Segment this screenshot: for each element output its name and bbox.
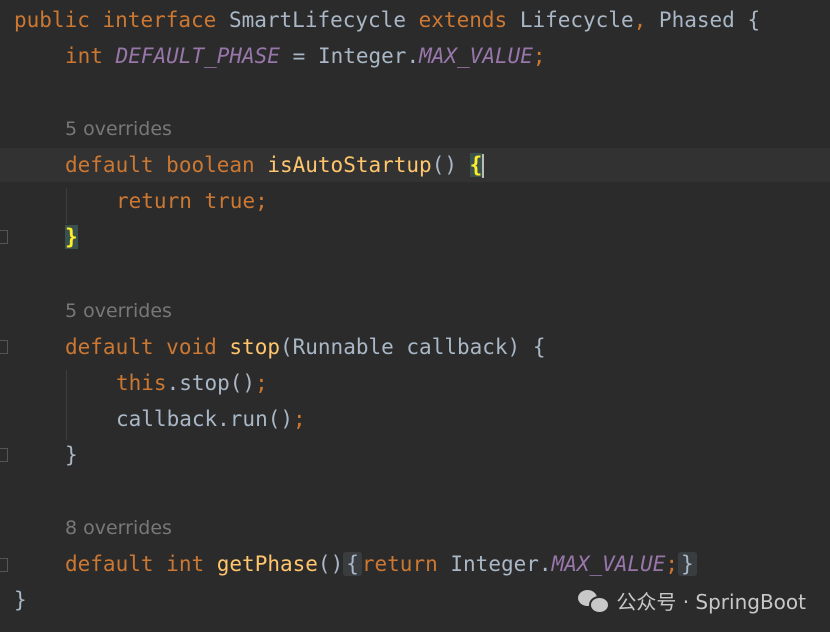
keyword-default: default bbox=[65, 552, 154, 576]
method-getphase: getPhase bbox=[216, 552, 318, 576]
constant-default-phase: DEFAULT_PHASE bbox=[115, 44, 280, 68]
open-brace: { bbox=[747, 8, 761, 32]
semicolon: ; bbox=[255, 189, 268, 213]
matched-close-brace: } bbox=[65, 225, 78, 249]
folded-region-close[interactable]: } bbox=[678, 552, 697, 576]
code-line-2[interactable]: int DEFAULT_PHASE = Integer.MAX_VALUE; bbox=[65, 39, 546, 73]
folded-region-open[interactable]: { bbox=[343, 552, 362, 576]
semicolon: ; bbox=[255, 371, 268, 395]
overrides-hint[interactable]: 5 overrides bbox=[65, 112, 172, 146]
close-brace: } bbox=[14, 588, 27, 612]
code-line-13[interactable]: default int getPhase(){return Integer.MA… bbox=[65, 547, 697, 581]
code-line-1[interactable]: public interface SmartLifecycle extends … bbox=[14, 3, 760, 37]
overrides-hint[interactable]: 8 overrides bbox=[65, 511, 172, 545]
keyword-int: int bbox=[65, 44, 103, 68]
interface-name: SmartLifecycle bbox=[228, 8, 406, 32]
code-line-10[interactable]: callback.run(); bbox=[116, 402, 306, 436]
watermark: 公众号 · SpringBoot bbox=[578, 584, 806, 616]
watermark-text: 公众号 · SpringBoot bbox=[616, 589, 806, 614]
code-line-6[interactable]: } bbox=[65, 220, 78, 254]
text-caret bbox=[482, 154, 485, 178]
dot: . bbox=[538, 552, 552, 576]
fold-marker[interactable] bbox=[0, 230, 8, 244]
parens: () bbox=[317, 552, 344, 576]
close-brace: } bbox=[65, 443, 78, 467]
keyword-this: this bbox=[116, 371, 167, 395]
keyword-default: default bbox=[65, 335, 154, 359]
semicolon: ; bbox=[532, 44, 546, 68]
wechat-icon bbox=[578, 588, 611, 614]
indent-guide bbox=[66, 188, 67, 224]
keyword-void: void bbox=[166, 335, 217, 359]
code-editor[interactable]: public interface SmartLifecycle extends … bbox=[0, 0, 830, 632]
keyword-return: return bbox=[361, 552, 438, 576]
params: (Runnable callback) bbox=[279, 335, 521, 359]
keyword-int: int bbox=[166, 552, 205, 576]
method-isautostartup: isAutoStartup bbox=[267, 153, 432, 177]
equals: = bbox=[292, 44, 306, 68]
code-line-5[interactable]: return true; bbox=[116, 184, 268, 218]
matched-open-brace: { bbox=[469, 153, 483, 177]
call-callback-run: callback.run() bbox=[116, 407, 294, 431]
parent-phased: Phased bbox=[658, 8, 735, 32]
class-integer: Integer bbox=[450, 552, 539, 576]
call-stop: .stop() bbox=[166, 371, 256, 395]
code-line-8[interactable]: default void stop(Runnable callback) { bbox=[65, 330, 546, 364]
keyword-boolean: boolean bbox=[166, 153, 255, 177]
keyword-true: true bbox=[204, 189, 256, 213]
code-line-9[interactable]: this.stop(); bbox=[116, 366, 268, 400]
keyword-interface: interface bbox=[102, 8, 217, 32]
parens: () bbox=[431, 153, 458, 177]
overrides-hint[interactable]: 5 overrides bbox=[65, 294, 172, 328]
keyword-default: default bbox=[65, 153, 154, 177]
semicolon: ; bbox=[293, 407, 306, 431]
fold-marker[interactable] bbox=[0, 558, 8, 572]
keyword-extends: extends bbox=[418, 8, 508, 32]
dot: . bbox=[406, 44, 420, 68]
comma: , bbox=[633, 8, 647, 32]
code-line-14[interactable]: } bbox=[14, 583, 27, 617]
code-line-11[interactable]: } bbox=[65, 438, 78, 472]
constant-max-value: MAX_VALUE bbox=[551, 552, 666, 576]
code-line-active[interactable]: default boolean isAutoStartup() { bbox=[0, 148, 830, 182]
method-stop: stop bbox=[229, 335, 280, 359]
parent-lifecycle: Lifecycle bbox=[519, 8, 634, 32]
class-integer: Integer bbox=[317, 44, 407, 68]
indent-guide bbox=[66, 370, 67, 440]
semicolon: ; bbox=[665, 552, 679, 576]
keyword-return: return bbox=[116, 189, 192, 213]
constant-max-value: MAX_VALUE bbox=[419, 44, 533, 68]
fold-marker[interactable] bbox=[0, 448, 8, 462]
keyword-public: public bbox=[14, 8, 90, 32]
fold-marker[interactable] bbox=[0, 340, 8, 354]
open-brace: { bbox=[532, 335, 546, 359]
